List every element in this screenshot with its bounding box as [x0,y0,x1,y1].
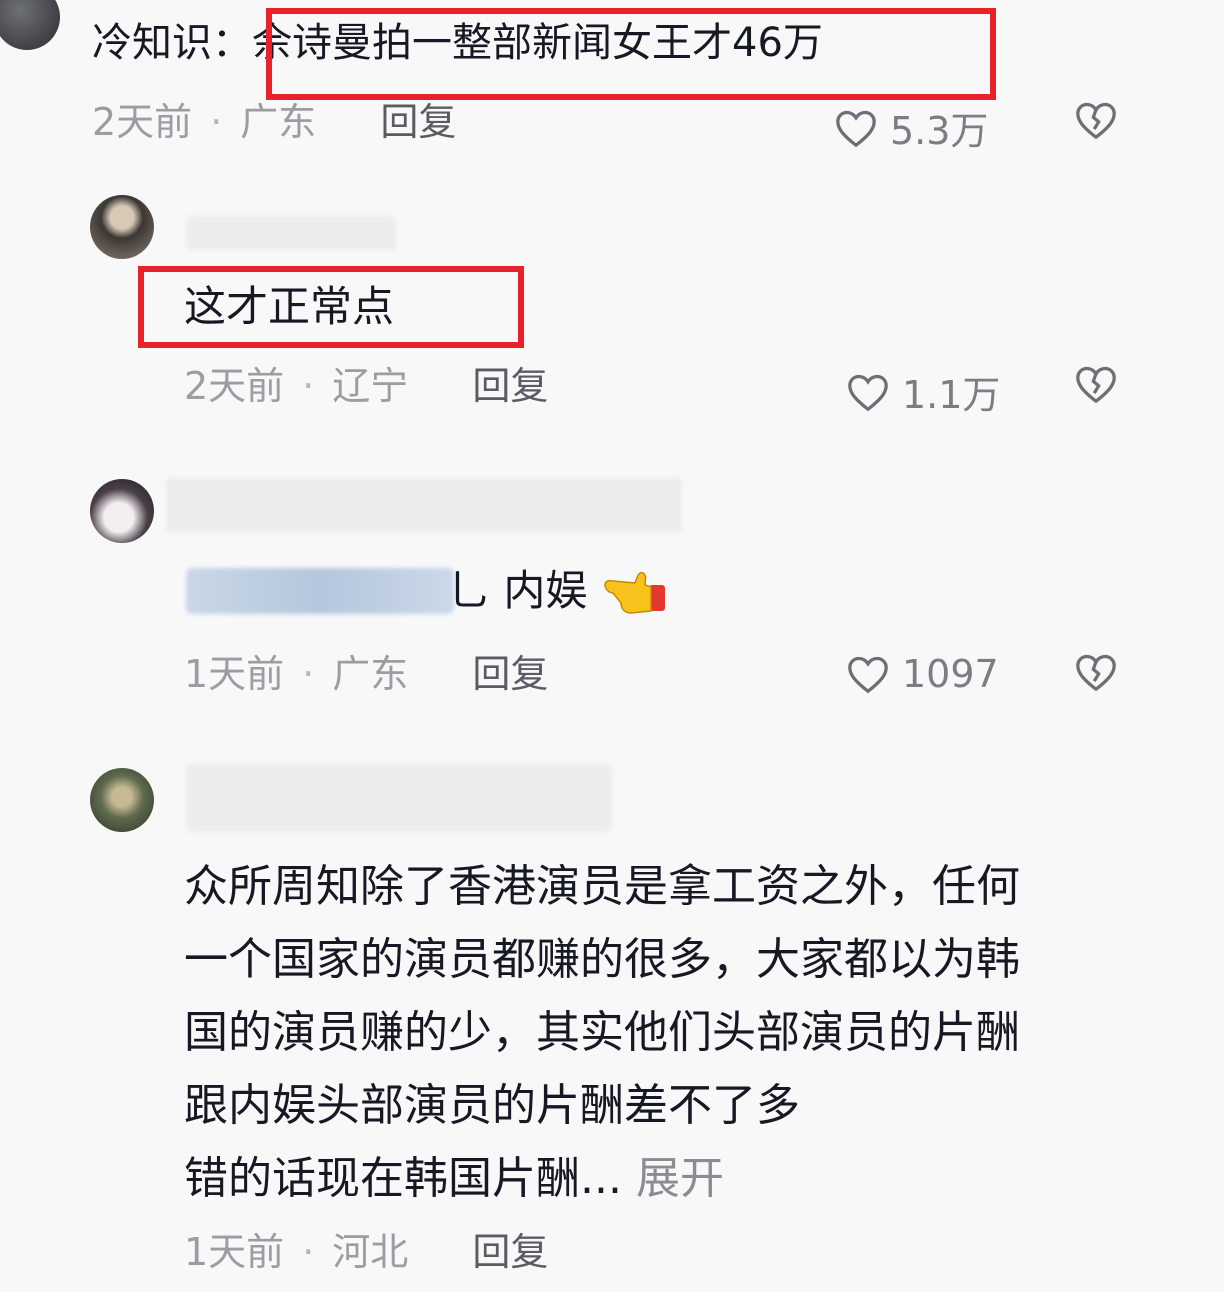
comment-time: 1天前 [184,1230,285,1274]
reply-button[interactable]: 回复 [380,100,456,144]
dislike-button[interactable] [1074,652,1118,696]
like-count: 5.3万 [890,109,989,153]
like-count: 1.1万 [902,373,1001,417]
heart-outline-icon [848,374,888,411]
pointing-hand-emoji [603,571,665,614]
comment-time: 2天前 [92,100,193,144]
broken-heart-icon [1076,102,1116,139]
username-blurred [186,216,396,250]
comment-1-prefix: 冷知识： [92,20,252,66]
expand-button[interactable]: 展开 [636,1153,724,1204]
dislike-button[interactable] [1074,100,1118,144]
comment-location: 广东 [240,100,317,144]
highlight-box [266,8,996,100]
avatar[interactable] [90,768,154,832]
comment-time: 1天前 [184,652,285,696]
avatar[interactable] [0,0,60,50]
comment-3-text: 乚 内娱 [448,566,671,619]
like-button[interactable]: 1.1万 [846,364,1000,419]
mention-blurred [186,568,454,614]
comment-2-text: 这才正常点 [184,282,395,331]
broken-heart-icon [1076,366,1116,403]
like-count: 1097 [902,652,999,696]
comment-4-line: 一个国家的演员都赚的很多，大家都以为韩 [184,934,1020,985]
comment-3-text-tail: 乚 内娱 [448,566,588,615]
username-blurred [166,478,682,532]
avatar[interactable] [90,479,154,543]
dislike-button[interactable] [1074,364,1118,408]
comment-4-last-line: 错的话现在韩国片酬... 展开 [184,1142,1114,1215]
comment-time: 2天前 [184,364,285,408]
comment-4-meta: 1天前 · 河北 回复 [184,1230,549,1274]
comment-2-meta: 2天前 · 辽宁 回复 [184,364,549,408]
avatar[interactable] [90,195,154,259]
comment-1-meta: 2天前 · 广东 回复 [92,100,457,144]
username-blurred [186,764,612,832]
comment-4-text: 众所周知除了香港演员是拿工资之外，任何 一个国家的演员都赚的很多，大家都以为韩 … [184,850,1114,1215]
reply-button[interactable]: 回复 [472,652,548,696]
comment-4-line: 众所周知除了香港演员是拿工资之外，任何 [184,861,1020,912]
comment-4-line: 错的话现在韩国片酬... [184,1153,622,1204]
comment-3-meta: 1天前 · 广东 回复 [184,652,549,696]
heart-outline-icon [836,110,876,147]
comment-4-line: 跟内娱头部演员的片酬差不了多 [184,1080,800,1131]
like-button[interactable]: 1097 [846,652,999,696]
comment-location: 河北 [332,1230,409,1274]
comment-location: 广东 [332,652,409,696]
broken-heart-icon [1076,654,1116,691]
comment-4-line: 国的演员赚的少，其实他们头部演员的片酬 [184,1007,1020,1058]
reply-button[interactable]: 回复 [472,364,548,408]
heart-outline-icon [848,656,888,694]
comment-location: 辽宁 [332,364,409,408]
reply-button[interactable]: 回复 [472,1230,548,1274]
like-button[interactable]: 5.3万 [834,100,988,155]
